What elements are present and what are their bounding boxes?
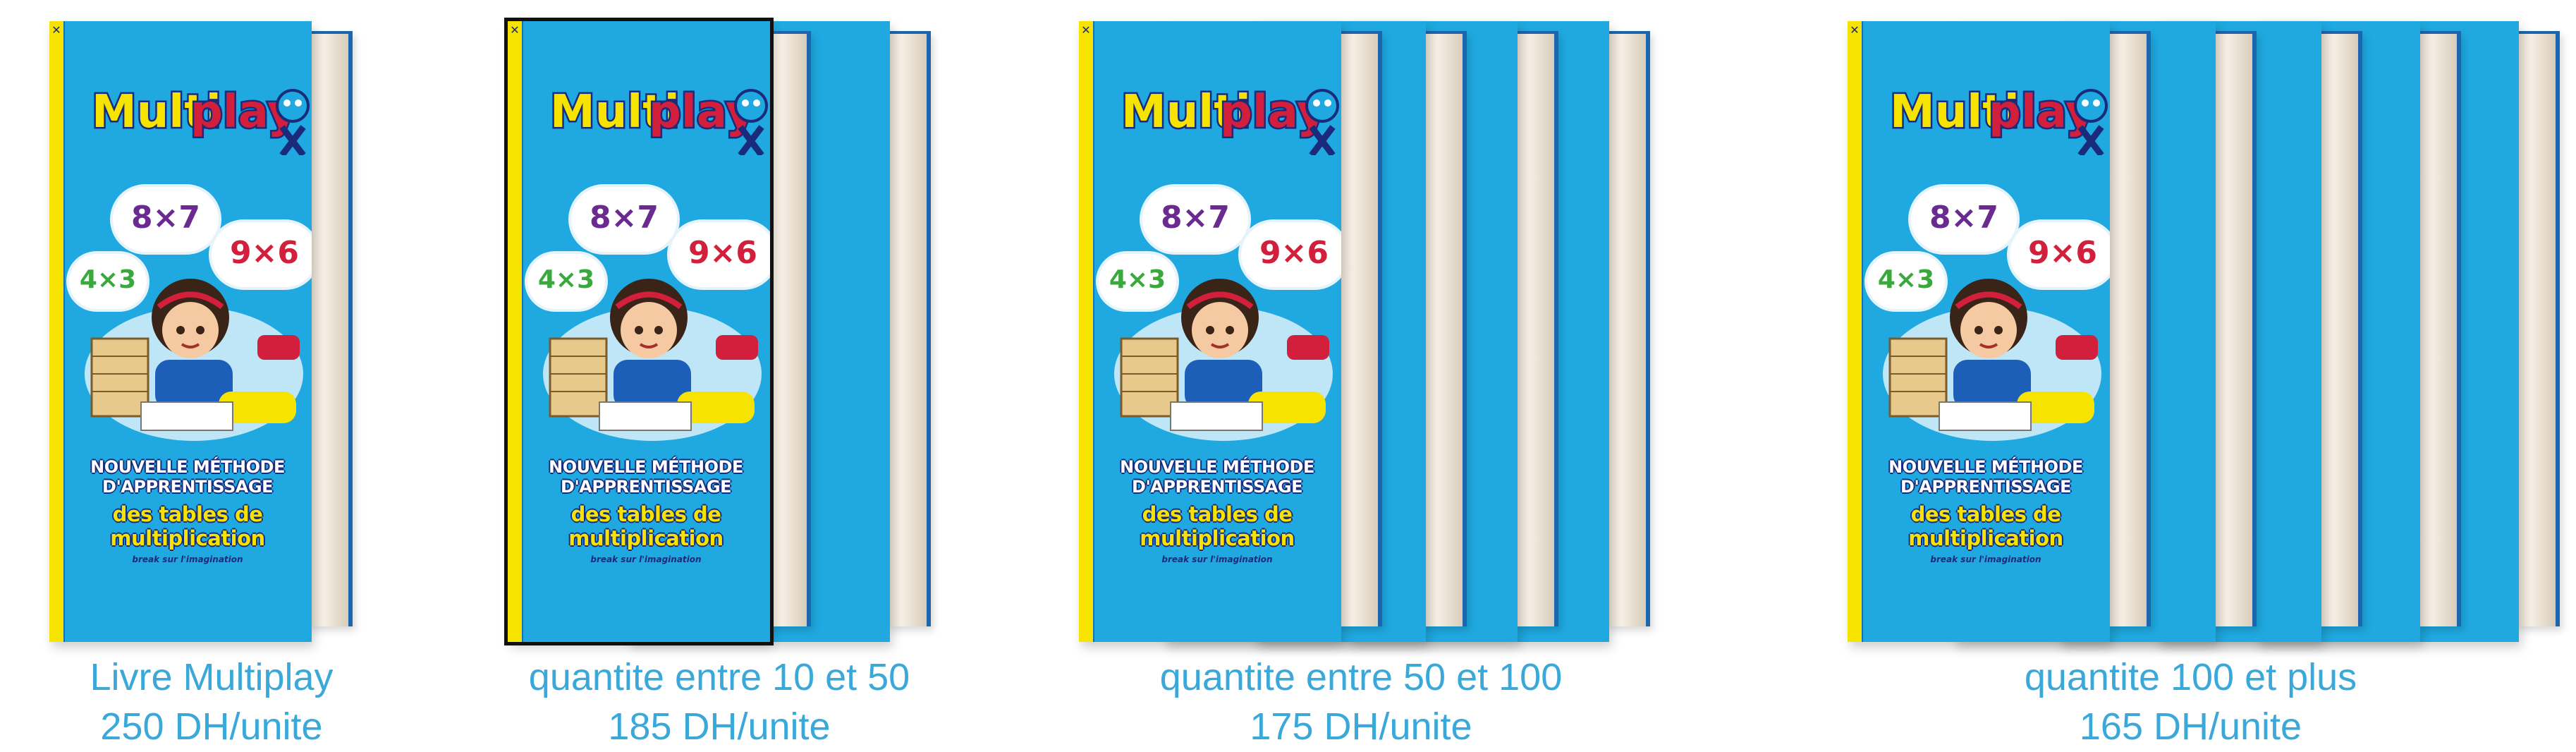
cover-tagline: break sur l'imagination [1930,554,2041,564]
book-stack: ✕ Multi play 8×7 9×6 4×3 NOUVELLE MÉTHOD… [49,21,402,642]
multiplay-logo: Multi play [1890,85,2108,155]
offer-caption: quantite 100 et plus 165 DH/unite [1805,653,2576,751]
book-pages [2106,31,2151,626]
book-pages [1337,31,1382,626]
girl-reading-illustration [1883,279,2101,441]
book-cover: ✕ Multi play 8×7 9×6 4×3 NOUVELLE MÉTHOD… [504,18,774,645]
cover-title-line2: des tables de multiplication [1908,502,2063,550]
offer-price: 175 DH/unite [1250,705,1472,748]
op-text: 8×7 [589,200,659,236]
book-pages [2317,31,2362,626]
book-cover-image: ✕ Multi play 8×7 9×6 4×3 NOUVELLE MÉTHOD… [49,21,353,642]
op-text: 8×7 [1929,200,1999,236]
offer-10-50: ✕ Multi play 8×7 9×6 4×3 NOUVELLE MÉTHOD… [465,0,973,752]
book-pages [1513,31,1558,626]
cloud-op: 8×7 [571,187,677,252]
book-stack: ✕ Multi play 8×7 9×6 4×3 NOUVELLE MÉTHOD… [1079,21,1657,642]
op-text: 8×7 [130,200,201,236]
book-pages [2211,31,2257,626]
cloud-op: 8×7 [1911,187,2017,252]
offer-caption: quantite entre 50 et 100 175 DH/unite [1058,653,1664,751]
cover-strip: ✕ [49,21,65,642]
cover-tagline: break sur l'imagination [1161,554,1273,564]
op-text: 9×6 [229,235,300,271]
cover-title-line2: des tables de multiplication [110,502,265,550]
cover-title: NOUVELLE MÉTHODE D'APPRENTISSAGE des tab… [69,457,306,564]
cover-title-line2: des tables de multiplication [568,502,724,550]
offer-label: Livre Multiplay [90,656,334,698]
book-pages [2416,31,2461,626]
op-text: 9×6 [1259,235,1329,271]
cover-tagline: break sur l'imagination [132,554,243,564]
cover-title: NOUVELLE MÉTHODE D'APPRENTISSAGE des tab… [527,457,764,564]
offer-price: 165 DH/unite [2079,705,2302,748]
offer-price: 185 DH/unite [608,705,831,748]
cover-tagline: break sur l'imagination [590,554,702,564]
book-pages [1605,31,1650,626]
cover-strip: ✕ [508,21,523,642]
op-text: 9×6 [2027,235,2098,271]
book-cover: ✕ Multi play 8×7 9×6 4×3 NOUVELLE MÉTHOD… [49,21,312,642]
offers-page: ✕ Multi play 8×7 9×6 4×3 NOUVELLE MÉTHOD… [0,0,2576,752]
offer-price: 250 DH/unite [100,705,323,748]
offer-label: quantite 100 et plus [2024,656,2357,698]
book-cover-image: ✕ Multi play 8×7 9×6 4×3 NOUVELLE MÉTHOD… [504,18,811,645]
multiplay-logo: Multi play [550,85,768,155]
cover-title: NOUVELLE MÉTHODE D'APPRENTISSAGE des tab… [1867,457,2104,564]
cover-strip: ✕ [1848,21,1863,642]
cover-title-line1: NOUVELLE MÉTHODE D'APPRENTISSAGE [549,457,743,497]
op-text: 8×7 [1160,200,1231,236]
offer-caption: quantite entre 10 et 50 185 DH/unite [465,653,973,751]
op-text: 9×6 [688,235,758,271]
offer-label: quantite entre 10 et 50 [528,656,910,698]
offer-50-100: ✕ Multi play 8×7 9×6 4×3 NOUVELLE MÉTHOD… [1058,0,1664,752]
book-pages [766,31,811,626]
offer-100-plus: ✕ Multi play 8×7 9×6 4×3 NOUVELLE MÉTHOD… [1805,0,2576,752]
offer-caption: Livre Multiplay 250 DH/unite [0,653,423,751]
multiplay-logo: Multi play [1121,85,1339,155]
multiplay-logo: Multi play [92,85,310,155]
girl-reading-illustration [1114,279,1333,441]
girl-reading-illustration [85,279,303,441]
x-icon: ✕ [51,25,61,37]
cover-title-line1: NOUVELLE MÉTHODE D'APPRENTISSAGE [1888,457,2083,497]
book-stack: ✕ Multi play 8×7 9×6 4×3 NOUVELLE MÉTHOD… [504,18,987,645]
cover-strip: ✕ [1079,21,1094,642]
girl-reading-illustration [543,279,762,441]
x-icon: ✕ [1850,25,1860,37]
book-pages [2515,31,2560,626]
cover-title: NOUVELLE MÉTHODE D'APPRENTISSAGE des tab… [1099,457,1336,564]
book-pages [886,31,931,626]
book-cover: ✕ Multi play 8×7 9×6 4×3 NOUVELLE MÉTHOD… [1079,21,1341,642]
cover-title-line1: NOUVELLE MÉTHODE D'APPRENTISSAGE [90,457,285,497]
offer-single: ✕ Multi play 8×7 9×6 4×3 NOUVELLE MÉTHOD… [0,0,423,752]
book-cover-image: ✕ Multi play 8×7 9×6 4×3 NOUVELLE MÉTHOD… [1079,21,1382,642]
cloud-op: 8×7 [1142,187,1248,252]
book-pages [307,31,353,626]
book-cover: ✕ Multi play 8×7 9×6 4×3 NOUVELLE MÉTHOD… [1848,21,2110,642]
offer-label: quantite entre 50 et 100 [1159,656,1563,698]
cover-title-line1: NOUVELLE MÉTHODE D'APPRENTISSAGE [1120,457,1314,497]
x-icon: ✕ [1081,25,1091,37]
x-icon: ✕ [510,25,520,37]
book-cover-image: ✕ Multi play 8×7 9×6 4×3 NOUVELLE MÉTHOD… [1848,21,2151,642]
cover-title-line2: des tables de multiplication [1140,502,1295,550]
book-pages [1422,31,1467,626]
book-stack: ✕ Multi play 8×7 9×6 4×3 NOUVELLE MÉTHOD… [1848,21,2560,642]
cloud-op: 8×7 [113,187,219,252]
